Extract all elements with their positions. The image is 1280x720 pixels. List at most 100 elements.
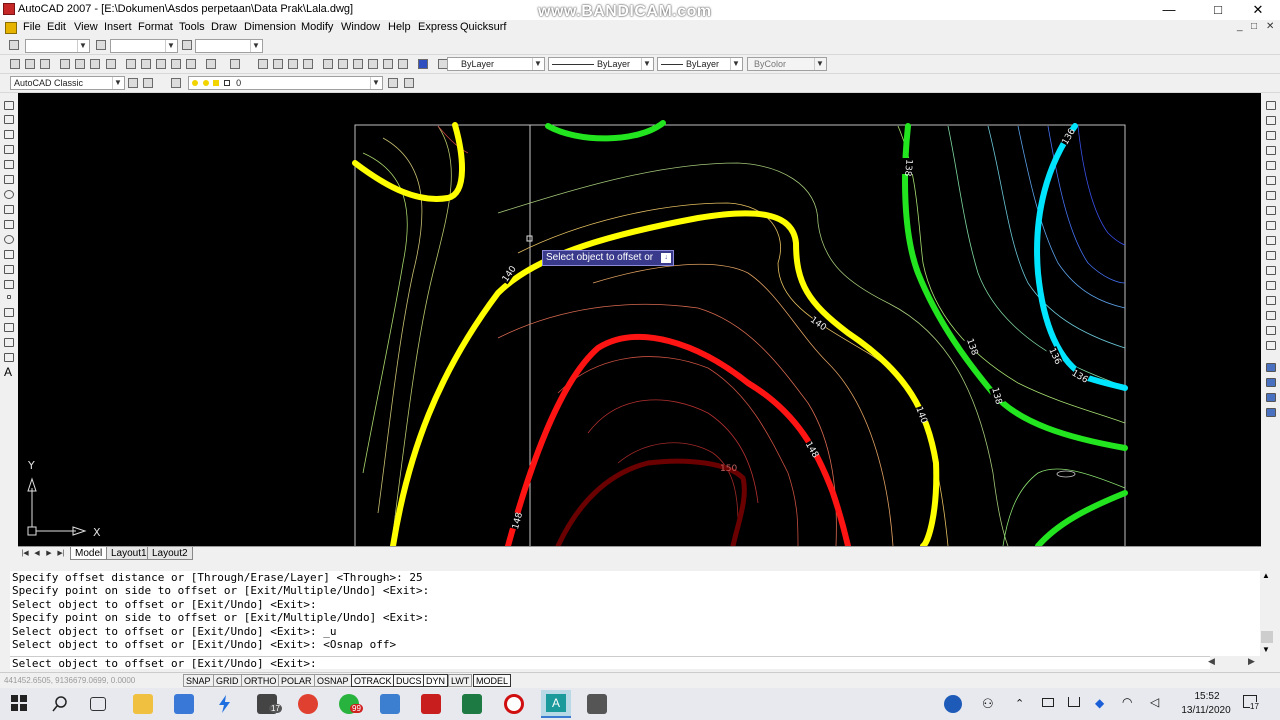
speaker-icon[interactable]: ◁	[1150, 695, 1159, 709]
break-icon[interactable]	[1266, 281, 1276, 290]
calculator-icon[interactable]	[398, 59, 408, 69]
scroll-right-icon[interactable]: ▶	[1248, 656, 1255, 667]
bring-front-icon[interactable]	[1266, 378, 1276, 387]
people-icon[interactable]: ⚇	[982, 696, 994, 712]
erase-icon[interactable]	[1266, 101, 1276, 110]
autocad-app-icon[interactable]	[3, 3, 15, 15]
cut-icon[interactable]	[126, 59, 136, 69]
layer-manager-icon[interactable]	[171, 78, 181, 88]
command-line-input[interactable]: Select object to offset or [Exit/Undo] <…	[10, 656, 1210, 670]
move-icon[interactable]	[1266, 176, 1276, 185]
bandicam-icon[interactable]	[504, 694, 524, 714]
wifi-icon[interactable]: ◠	[1122, 695, 1132, 709]
snap-toggle[interactable]: SNAP	[183, 674, 214, 687]
scroll-thumb[interactable]	[1261, 631, 1273, 643]
menu-modify[interactable]: Modify	[301, 21, 333, 33]
match-properties-icon[interactable]	[171, 59, 181, 69]
menu-draw[interactable]: Draw	[211, 21, 237, 33]
copy-icon[interactable]	[141, 59, 151, 69]
prev-tab-button[interactable]: ◀	[32, 549, 42, 559]
make-current-layer-icon[interactable]	[388, 78, 398, 88]
publish-icon[interactable]	[90, 59, 100, 69]
device-tray-icon[interactable]	[1042, 698, 1054, 707]
microsoft-store-icon[interactable]	[174, 694, 194, 714]
line-icon[interactable]	[4, 101, 14, 110]
sheet-set-icon[interactable]	[368, 59, 378, 69]
tab-layout1[interactable]: Layout1	[106, 547, 152, 560]
new-icon[interactable]	[10, 59, 20, 69]
notification-icon[interactable]: 17	[1243, 695, 1259, 711]
array-icon[interactable]	[1266, 161, 1276, 170]
multiline-text-icon[interactable]: A	[4, 365, 12, 379]
excel-icon[interactable]	[462, 694, 482, 714]
menu-insert[interactable]: Insert	[104, 21, 132, 33]
region-icon[interactable]	[4, 338, 14, 347]
insert-block-icon[interactable]	[4, 265, 14, 274]
table-icon[interactable]	[4, 353, 14, 362]
draw-order-icon[interactable]	[1266, 363, 1276, 372]
stretch-icon[interactable]	[1266, 221, 1276, 230]
dimstyle-icon[interactable]	[96, 40, 106, 50]
mdi-close-button[interactable]: ✕	[1266, 21, 1274, 32]
menu-dimension[interactable]: Dimension	[244, 21, 296, 33]
ellipse-icon[interactable]	[4, 235, 14, 244]
dim-style-combo[interactable]: ▼	[110, 39, 178, 53]
lwt-toggle[interactable]: LWT	[448, 674, 473, 687]
workspace-combo[interactable]: AutoCAD Classic ▼	[10, 76, 125, 90]
menu-file[interactable]: File	[23, 21, 41, 33]
circle-icon[interactable]	[4, 190, 14, 199]
menu-quicksurf[interactable]: Quicksurf	[460, 21, 506, 33]
whatsapp-icon[interactable]: 99	[339, 694, 363, 714]
save-workspace-icon[interactable]	[143, 78, 153, 88]
open-icon[interactable]	[25, 59, 35, 69]
grid-toggle[interactable]: GRID	[213, 674, 242, 687]
dropbox-icon[interactable]: ◆	[1095, 696, 1104, 710]
document-icon[interactable]	[5, 22, 17, 34]
cursor-coordinates[interactable]: 441452.6505, 9136679.0699, 0.0000	[4, 676, 135, 685]
tab-model[interactable]: Model	[70, 547, 108, 560]
break-at-point-icon[interactable]	[1266, 266, 1276, 275]
bring-above-icon[interactable]	[1266, 408, 1276, 417]
scale-icon[interactable]	[1266, 206, 1276, 215]
send-back-icon[interactable]	[1266, 393, 1276, 402]
chrome-icon[interactable]	[298, 694, 318, 714]
design-center-icon[interactable]	[338, 59, 348, 69]
scroll-up-icon[interactable]: ▲	[1262, 571, 1270, 580]
workspace-settings-icon[interactable]	[128, 78, 138, 88]
copy-object-icon[interactable]	[1266, 116, 1276, 125]
model-toggle[interactable]: MODEL	[473, 674, 512, 687]
menu-view[interactable]: View	[74, 21, 98, 33]
ortho-toggle[interactable]: ORTHO	[241, 674, 280, 687]
menu-edit[interactable]: Edit	[47, 21, 66, 33]
menu-window[interactable]: Window	[341, 21, 380, 33]
windows-start-icon[interactable]	[10, 694, 30, 714]
task-view-icon[interactable]	[90, 697, 106, 711]
extend-icon[interactable]	[1266, 251, 1276, 260]
bolt-app-icon[interactable]	[215, 694, 235, 714]
ducs-toggle[interactable]: DUCS	[393, 674, 425, 687]
chevron-up-icon[interactable]: ⌃	[1015, 697, 1024, 710]
mdi-restore-button[interactable]: □	[1251, 21, 1257, 32]
menu-format[interactable]: Format	[138, 21, 173, 33]
polygon-icon[interactable]	[4, 145, 14, 154]
gradient-icon[interactable]	[4, 323, 14, 332]
zoom-realtime-icon[interactable]	[273, 59, 283, 69]
chamfer-icon[interactable]	[1266, 311, 1276, 320]
scroll-left-icon[interactable]: ◀	[1208, 656, 1215, 667]
help-icon[interactable]	[418, 59, 428, 69]
help-tray-icon[interactable]	[944, 695, 962, 713]
rectangle-icon[interactable]	[4, 160, 14, 169]
file-explorer-icon[interactable]	[133, 694, 153, 714]
autocad-taskbar-icon[interactable]: A	[541, 690, 571, 718]
linetype-combo[interactable]: ByLayer ▼	[548, 57, 654, 71]
table-style-combo[interactable]: ▼	[195, 39, 263, 53]
calculator-app-icon[interactable]	[587, 694, 607, 714]
scroll-down-icon[interactable]: ▼	[1262, 645, 1270, 654]
dyn-toggle[interactable]: DYN	[423, 674, 449, 687]
zoom-window-icon[interactable]	[288, 59, 298, 69]
undo-icon[interactable]	[206, 59, 216, 69]
pen-icon[interactable]	[9, 40, 19, 50]
point-icon[interactable]	[7, 295, 11, 299]
menu-express[interactable]: Express	[418, 21, 458, 33]
otrack-toggle[interactable]: OTRACK	[351, 674, 395, 687]
